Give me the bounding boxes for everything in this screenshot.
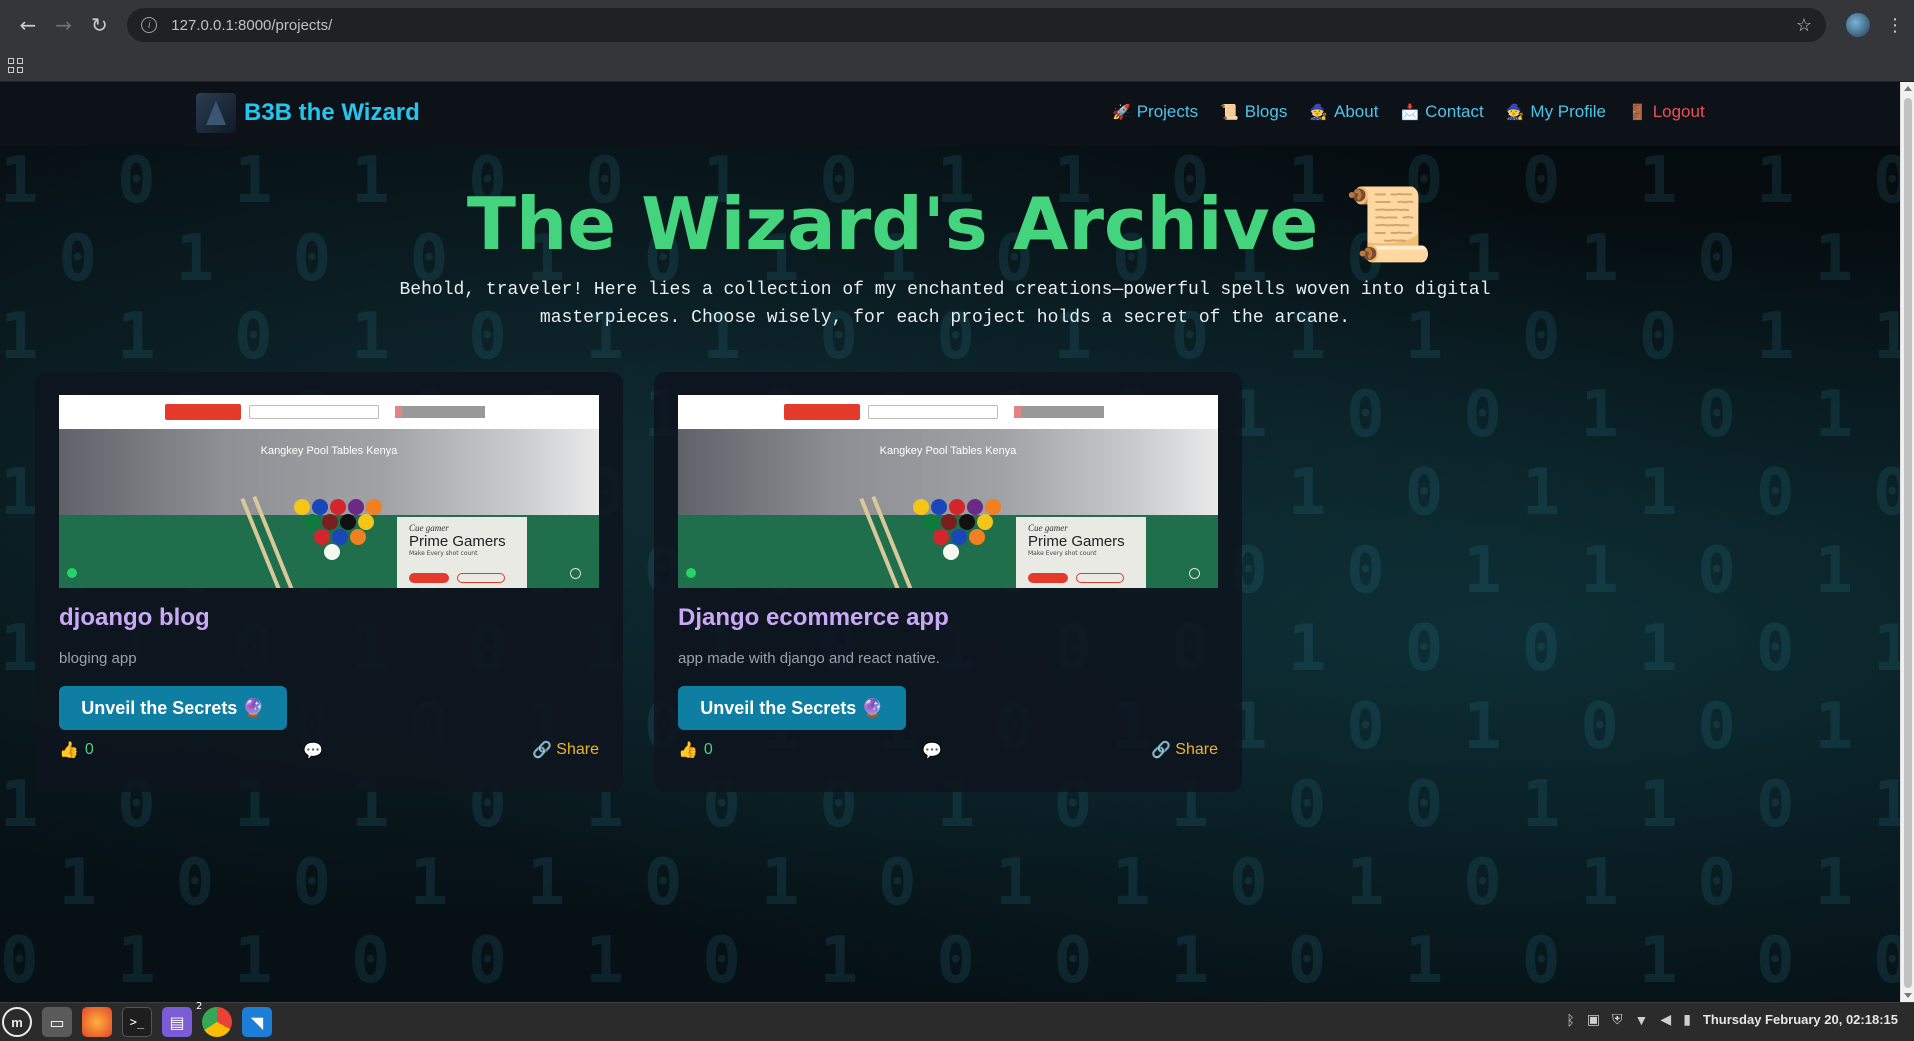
- whatsapp-icon: [686, 568, 696, 578]
- promo-small-text: Cue gamer: [1028, 523, 1068, 533]
- nav-blogs[interactable]: 📜 Blogs: [1220, 102, 1287, 122]
- bookmarks-bar: [0, 50, 1914, 82]
- carousel-next-icon: [1189, 568, 1200, 579]
- share-button[interactable]: 🔗 Share: [532, 740, 599, 760]
- nav-label: Contact: [1425, 102, 1484, 121]
- promo-title: Prime Gamers: [1028, 533, 1125, 550]
- volume-icon[interactable]: ◀: [1660, 1011, 1671, 1028]
- url-text[interactable]: 127.0.0.1:8000/projects/: [171, 17, 1796, 34]
- mint-menu-icon[interactable]: m: [2, 1007, 32, 1037]
- back-button[interactable]: ←: [10, 7, 46, 43]
- promo-tagline: Make Every shot count: [1028, 550, 1097, 557]
- project-card: Kangkey Pool Tables Kenya Cue gamer Prim…: [654, 372, 1242, 792]
- like-count: 0: [703, 741, 713, 758]
- envelope-icon: 📩: [1400, 104, 1420, 121]
- nav-label: My Profile: [1530, 102, 1606, 121]
- project-title[interactable]: Django ecommerce app: [678, 604, 949, 632]
- project-card: Kangkey Pool Tables Kenya Cue gamer Prim…: [35, 372, 623, 792]
- door-icon: 🚪: [1628, 104, 1647, 121]
- promo-title: Prime Gamers: [409, 533, 506, 550]
- promo-banner: Cue gamer Prime Gamers Make Every shot c…: [1016, 517, 1146, 588]
- nav-links: 🚀 Projects 📜 Blogs 🧙 About 📩 Contact 🧙 M…: [1112, 102, 1705, 122]
- forward-button[interactable]: →: [46, 7, 82, 43]
- comment-icon[interactable]: 💬: [303, 741, 323, 760]
- reload-button[interactable]: ↻: [82, 7, 118, 43]
- link-icon: 🔗: [1151, 742, 1172, 759]
- share-button[interactable]: 🔗 Share: [1151, 740, 1218, 760]
- like-button[interactable]: 👍 0: [678, 740, 713, 760]
- rocket-icon: 🚀: [1112, 104, 1131, 121]
- file-manager-icon[interactable]: ▭: [42, 1007, 72, 1037]
- nav-projects[interactable]: 🚀 Projects: [1112, 102, 1198, 122]
- nav-contact[interactable]: 📩 Contact: [1400, 102, 1483, 122]
- brand-logo: [196, 93, 236, 133]
- project-thumbnail[interactable]: Kangkey Pool Tables Kenya Cue gamer Prim…: [678, 395, 1218, 588]
- thumbnail-caption: Kangkey Pool Tables Kenya: [879, 445, 1017, 457]
- promo-tagline: Make Every shot count: [409, 550, 478, 557]
- site-info-icon[interactable]: i: [141, 17, 158, 33]
- bookmark-star-icon[interactable]: ☆: [1796, 15, 1812, 36]
- chrome-window-count: 2: [196, 1001, 203, 1012]
- promo-small-text: Cue gamer: [409, 523, 449, 533]
- nav-label: Blogs: [1244, 102, 1288, 121]
- system-tray: ᛒ ▣ ⛨ ▼ ◀ ▮ Thursday February 20, 02:18:…: [1566, 1011, 1898, 1028]
- brand-link[interactable]: B3B the Wizard: [196, 93, 420, 133]
- clipboard-icon[interactable]: ▣: [1587, 1011, 1600, 1028]
- address-bar[interactable]: i 127.0.0.1:8000/projects/ ☆: [127, 8, 1827, 42]
- unveil-secrets-button[interactable]: Unveil the Secrets 🔮: [678, 686, 906, 730]
- firefox-icon[interactable]: [82, 1007, 112, 1037]
- profile-avatar[interactable]: [1846, 13, 1871, 37]
- project-thumbnail[interactable]: Kangkey Pool Tables Kenya Cue gamer Prim…: [59, 395, 599, 588]
- nav-label: Logout: [1652, 102, 1705, 121]
- nav-about[interactable]: 🧙 About: [1309, 102, 1378, 122]
- brand-title: B3B the Wizard: [244, 99, 420, 126]
- like-button[interactable]: 👍 0: [59, 740, 94, 760]
- wizard-icon: 🧙: [1309, 104, 1329, 121]
- link-icon: 🔗: [532, 742, 553, 759]
- vscode-icon[interactable]: ◥: [242, 1007, 272, 1037]
- page-subtitle: Behold, traveler! Here lies a collection…: [399, 280, 1491, 328]
- clock[interactable]: Thursday February 20, 02:18:15: [1703, 1012, 1898, 1027]
- shield-icon[interactable]: ⛨: [1612, 1011, 1623, 1028]
- apps-grid-icon[interactable]: [8, 57, 24, 74]
- browser-menu-icon[interactable]: ⋮: [1886, 15, 1904, 36]
- thumbs-up-icon: 👍: [59, 742, 79, 759]
- page-viewport: 1 0 1 1 0 0 1 0 1 1 0 1 0 0 1 1 0 1 0 1 …: [0, 82, 1900, 1002]
- scrollbar-thumb[interactable]: [1904, 98, 1912, 988]
- wifi-icon[interactable]: ▼: [1635, 1012, 1649, 1028]
- terminal-icon[interactable]: >_: [122, 1007, 152, 1037]
- project-description: bloging app: [59, 650, 137, 667]
- scroll-down-icon[interactable]: [1904, 993, 1912, 998]
- thumbnail-caption: Kangkey Pool Tables Kenya: [260, 445, 398, 457]
- chat-app-icon[interactable]: ▤: [162, 1007, 192, 1037]
- thumbs-up-icon: 👍: [678, 742, 698, 759]
- nav-logout[interactable]: 🚪 Logout: [1628, 102, 1705, 122]
- unveil-secrets-button[interactable]: Unveil the Secrets 🔮: [59, 686, 287, 730]
- bluetooth-icon[interactable]: ᛒ: [1566, 1012, 1574, 1028]
- nav-label: About: [1334, 102, 1379, 121]
- project-description: app made with django and react native.: [678, 650, 940, 667]
- share-label: Share: [1175, 741, 1218, 758]
- battery-icon[interactable]: ▮: [1683, 1011, 1691, 1028]
- project-title[interactable]: djoango blog: [59, 604, 210, 632]
- comment-icon[interactable]: 💬: [922, 741, 942, 760]
- chrome-icon[interactable]: 2: [196, 1001, 232, 1037]
- carousel-next-icon: [570, 568, 581, 579]
- like-count: 0: [84, 741, 94, 758]
- os-taskbar: m ▭ >_ ▤ 2 ◥ ᛒ ▣ ⛨ ▼ ◀ ▮ Thursday Februa…: [0, 1001, 1914, 1041]
- nav-my-profile[interactable]: 🧙 My Profile: [1506, 102, 1606, 122]
- scroll-up-icon[interactable]: [1904, 86, 1912, 91]
- promo-banner: Cue gamer Prime Gamers Make Every shot c…: [397, 517, 527, 588]
- browser-toolbar: ← → ↻ i 127.0.0.1:8000/projects/ ☆ ⋮: [0, 0, 1914, 50]
- scroll-icon: 📜: [1220, 104, 1239, 121]
- wizard-icon: 🧙: [1505, 104, 1525, 121]
- whatsapp-icon: [67, 568, 77, 578]
- share-label: Share: [556, 741, 599, 758]
- page-scrollbar[interactable]: [1900, 82, 1914, 1002]
- page-title: The Wizard's Archive 📜: [466, 182, 1434, 266]
- nav-label: Projects: [1136, 102, 1199, 121]
- site-navbar: B3B the Wizard 🚀 Projects 📜 Blogs 🧙 Abou…: [0, 82, 1900, 146]
